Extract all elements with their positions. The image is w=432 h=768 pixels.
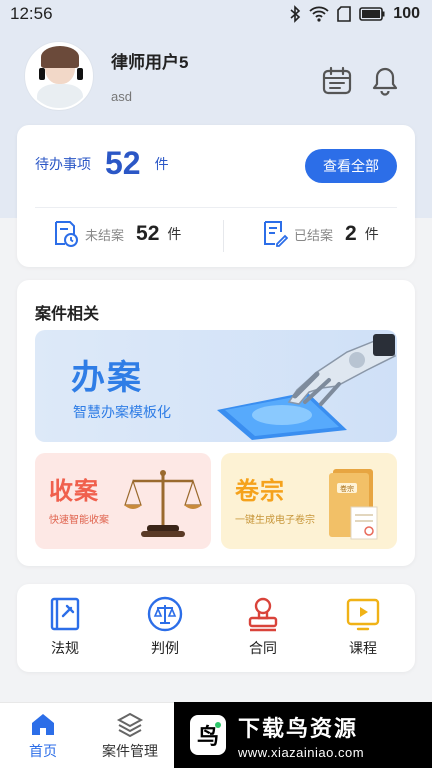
sim-icon [337, 6, 352, 22]
home-icon [32, 714, 54, 735]
watermark-title: 下载鸟资源 [238, 715, 359, 741]
closed-cases-label: 已结案 [294, 227, 334, 243]
status-bar: 12:56 100 [0, 0, 432, 28]
open-cases-label: 未结案 [85, 227, 125, 243]
user-name: 律师用户5 [111, 53, 189, 72]
handle-case-title: 办案 [71, 359, 143, 397]
handle-case-banner[interactable]: 办案 智慧办案模板化 [35, 330, 397, 442]
folder-illustration: 卷宗 [329, 469, 378, 540]
play-icon [346, 598, 380, 631]
receive-case-subtitle: 快速智能收案 [49, 515, 109, 526]
tools-card: 法规 判例 合同 课程 [17, 584, 415, 672]
user-account: asd [111, 89, 132, 104]
battery-icon [359, 7, 385, 21]
tool-label: 判例 [151, 640, 179, 656]
bird-logo-icon: 鸟 [190, 715, 226, 755]
bell-icon [372, 67, 398, 96]
open-cases-unit: 件 [167, 226, 182, 242]
tool-course[interactable]: 课程 [333, 596, 393, 658]
view-all-button[interactable]: 查看全部 [305, 149, 397, 183]
folder-label: 卷宗 [340, 484, 354, 493]
wifi-icon [309, 6, 329, 22]
calendar-icon [322, 66, 352, 95]
avatar[interactable] [25, 42, 93, 110]
nav-case-management[interactable]: 案件管理 [90, 711, 170, 761]
nav-case-management-label: 案件管理 [102, 743, 158, 759]
section-title: 案件相关 [35, 306, 100, 323]
pending-document-icon [55, 221, 78, 247]
open-cases-stat[interactable]: 未结案 52 件 [53, 220, 181, 248]
todo-card: 待办事项 52 件 查看全部 未结案 52 件 已结案 2 件 [17, 125, 415, 267]
stamp-icon [248, 597, 278, 632]
todo-count: 52 [105, 145, 141, 181]
archive-subtitle: 一键生成电子卷宗 [235, 515, 315, 526]
receive-case-banner[interactable]: 收案 快速智能收案 [35, 453, 211, 549]
calendar-button[interactable] [320, 64, 354, 98]
tool-law[interactable]: 法规 [35, 596, 95, 658]
status-time: 12:56 [10, 4, 53, 23]
todo-label: 待办事项 [35, 155, 91, 172]
archive-title: 卷宗 [235, 478, 285, 505]
battery-level: 100 [393, 5, 420, 22]
divider [35, 207, 397, 208]
closed-cases-unit: 件 [364, 226, 379, 242]
closed-cases-count: 2 [345, 222, 357, 245]
scale-illustration [124, 470, 202, 537]
tool-label: 合同 [249, 640, 277, 656]
law-book-icon [50, 597, 80, 631]
archive-banner[interactable]: 卷宗 一键生成电子卷宗 卷宗 [221, 453, 397, 549]
watermark-logo-char: 鸟 [197, 724, 219, 750]
case-section-card: 案件相关 办案 智慧办案模板化 收案 快速智能收案 卷宗 一键生成电子卷宗 卷宗 [17, 280, 415, 566]
user-profile[interactable]: 律师用户5 asd [25, 42, 188, 110]
divider [223, 220, 224, 252]
tool-contract[interactable]: 合同 [233, 596, 293, 658]
todo-unit: 件 [154, 155, 169, 172]
receive-case-title: 收案 [49, 478, 99, 505]
closed-document-icon [264, 221, 288, 247]
watermark: 鸟 下载鸟资源 www.xiazainiao.com [174, 702, 432, 768]
watermark-url: www.xiazainiao.com [238, 744, 365, 760]
layers-icon [116, 712, 144, 737]
notification-button[interactable] [368, 64, 402, 98]
closed-cases-stat[interactable]: 已结案 2 件 [262, 220, 379, 248]
nav-home[interactable]: 首页 [3, 711, 83, 761]
tool-label: 法规 [51, 640, 79, 656]
open-cases-count: 52 [136, 222, 160, 245]
scale-icon [147, 596, 183, 632]
bluetooth-icon [290, 5, 301, 23]
handle-case-subtitle: 智慧办案模板化 [73, 404, 171, 420]
tool-label: 课程 [349, 640, 377, 656]
nav-home-label: 首页 [29, 743, 57, 759]
robot-hand-illustration [217, 334, 396, 440]
tool-precedent[interactable]: 判例 [135, 596, 195, 658]
